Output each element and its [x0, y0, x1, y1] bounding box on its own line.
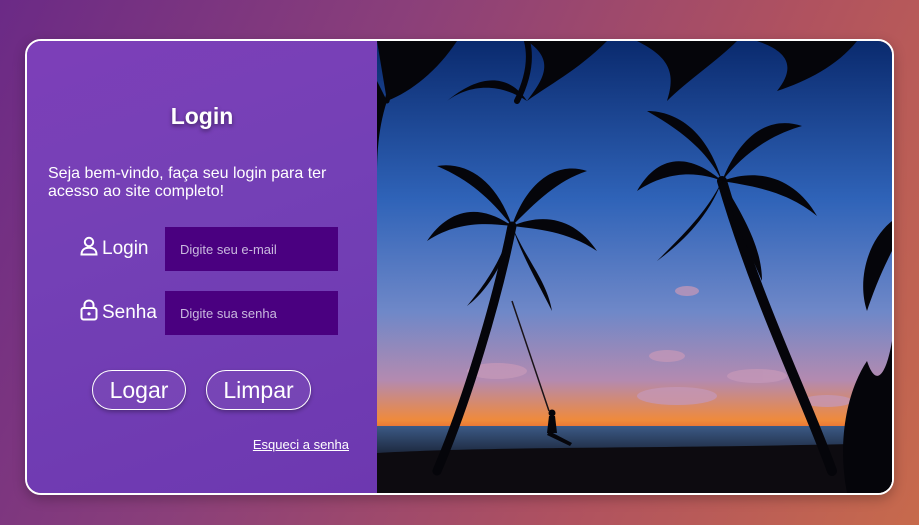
welcome-text: Seja bem-vindo, faça seu login para ter …: [48, 165, 327, 200]
login-label: Login: [102, 238, 149, 259]
clear-button[interactable]: Limpar: [206, 370, 311, 410]
lock-icon: [79, 299, 102, 327]
forgot-password-link[interactable]: Esqueci a senha: [253, 437, 349, 452]
login-button[interactable]: Logar: [92, 370, 186, 410]
password-label-group: Senha: [79, 299, 165, 327]
password-row: Senha: [79, 291, 338, 335]
login-label-group: Login: [79, 235, 165, 263]
login-row: Login: [79, 227, 338, 271]
beach-sunset-image: [377, 41, 892, 493]
password-field[interactable]: [165, 291, 338, 335]
page-title: Login: [170, 103, 234, 129]
user-icon: [79, 235, 102, 263]
login-card: Login Seja bem-vindo, faça seu login par…: [25, 39, 894, 495]
password-label: Senha: [102, 302, 157, 323]
login-panel: Login Seja bem-vindo, faça seu login par…: [27, 41, 377, 493]
email-field[interactable]: [165, 227, 338, 271]
